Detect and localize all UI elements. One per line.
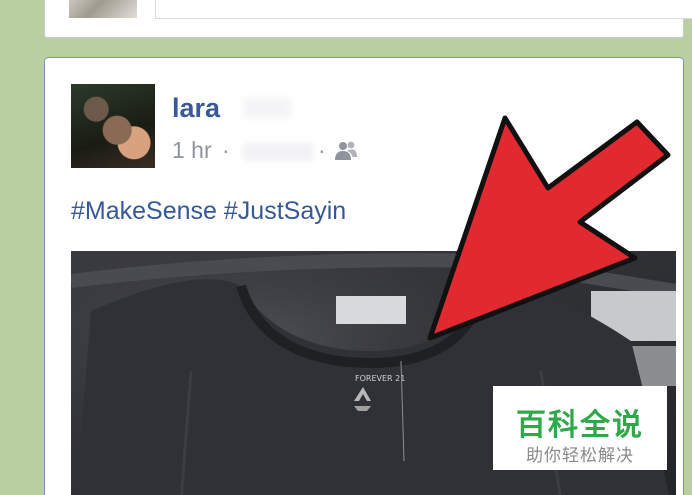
- previous-post-thumbnail[interactable]: [69, 0, 137, 18]
- shirt-brand-label: FOREVER 21: [355, 374, 405, 383]
- watermark-title: 百科全说: [516, 409, 644, 442]
- meta-separator: ·: [222, 137, 230, 163]
- hashtag-link[interactable]: #MakeSense: [71, 197, 217, 225]
- meta-separator: ·: [318, 137, 326, 163]
- author-name-link[interactable]: lara: [172, 93, 220, 124]
- friends-icon[interactable]: [334, 140, 358, 162]
- previous-post-card: [44, 0, 692, 38]
- watermark-subtitle: 助你轻松解决: [526, 446, 634, 465]
- previous-post-comment-box[interactable]: [155, 0, 692, 19]
- location-blurred: [243, 143, 313, 161]
- author-name-blurred: [243, 98, 291, 118]
- screenshot-page: lara 1 hr · · #MakeSense #JustSayin FORE…: [0, 0, 692, 495]
- watermark-logo: 百科全说 助你轻松解决: [493, 386, 667, 470]
- hashtag-link[interactable]: #JustSayin: [224, 197, 346, 225]
- post-timestamp[interactable]: 1 hr: [172, 137, 212, 164]
- post-text: #MakeSense #JustSayin: [71, 197, 346, 226]
- author-avatar[interactable]: [71, 84, 155, 168]
